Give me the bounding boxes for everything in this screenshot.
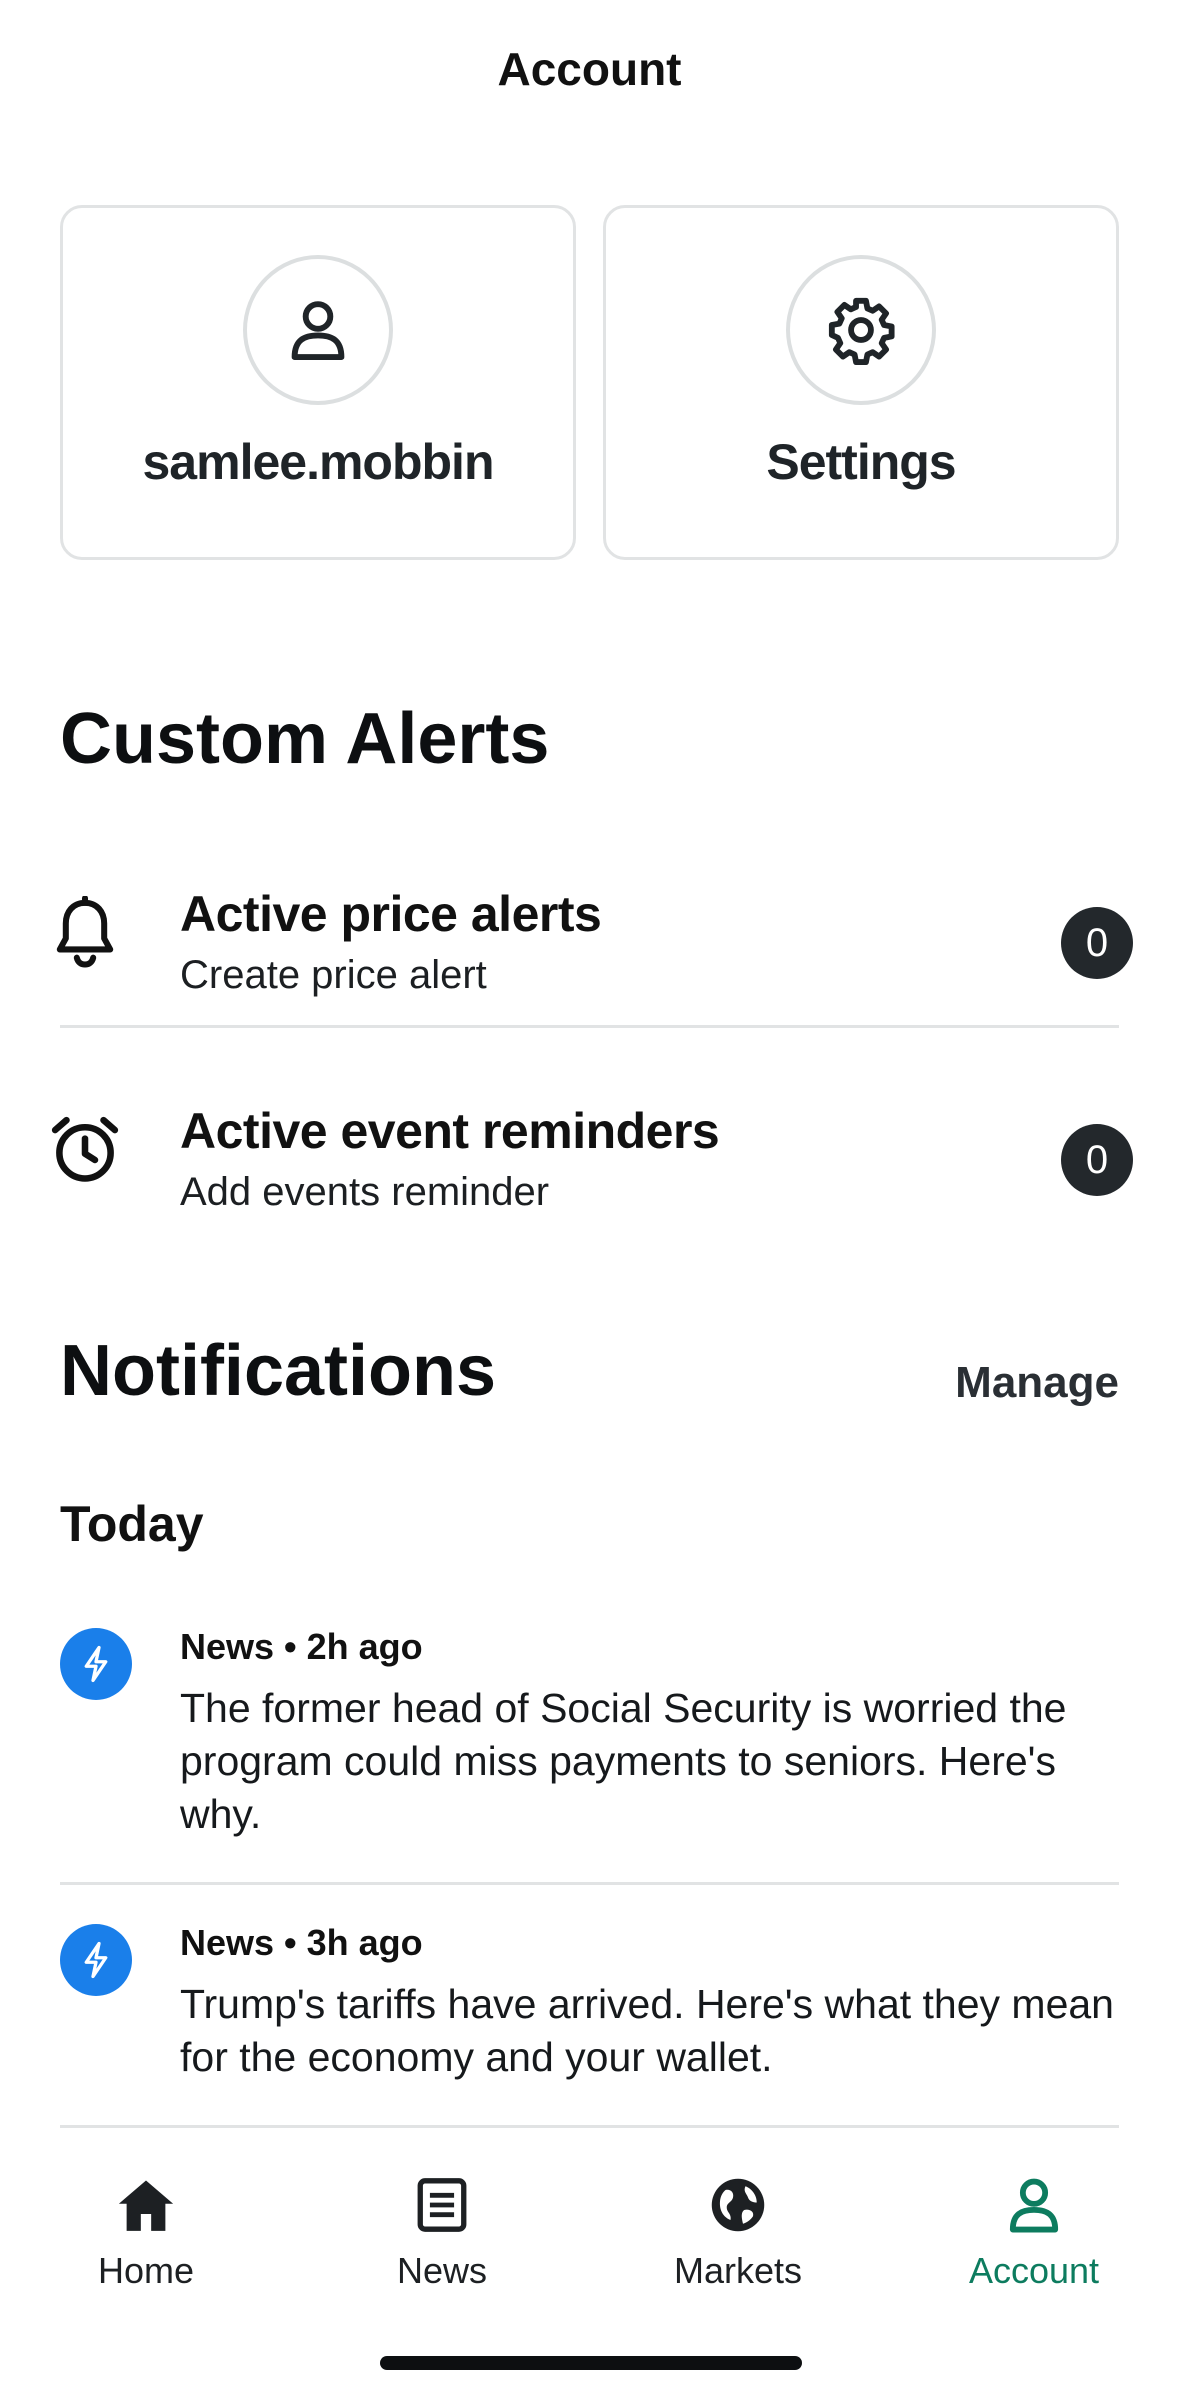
settings-label: Settings — [766, 434, 956, 490]
tab-account-label: Account — [968, 2250, 1100, 2291]
manage-notifications-link[interactable]: Manage — [955, 1358, 1119, 1408]
settings-card[interactable]: Settings — [603, 205, 1119, 560]
lightning-icon — [60, 1628, 132, 1700]
price-alerts-subtitle: Create price alert — [180, 953, 487, 997]
alerts-divider — [60, 1025, 1119, 1028]
tab-markets[interactable]: Markets — [638, 2170, 838, 2292]
news-icon — [342, 2170, 542, 2240]
tab-account[interactable]: Account — [934, 2170, 1134, 2292]
notifications-group-label: Today — [60, 1496, 204, 1552]
notification-headline: Trump's tariffs have arrived. Here's wha… — [180, 1981, 1114, 2080]
tab-home-label: Home — [97, 2250, 195, 2291]
profile-card[interactable]: samlee.mobbin — [60, 205, 576, 560]
tab-news-label: News — [396, 2250, 488, 2291]
bell-icon — [42, 890, 128, 976]
event-reminders-count-badge: 0 — [1061, 1124, 1133, 1196]
notification-meta: News • 3h ago — [180, 1922, 423, 1963]
custom-alerts-heading: Custom Alerts — [60, 699, 550, 779]
person-icon — [934, 2170, 1134, 2240]
tab-news[interactable]: News — [342, 2170, 542, 2292]
notification-divider — [60, 1882, 1119, 1885]
tabbar-top-divider — [60, 2125, 1119, 2128]
price-alerts-count-badge: 0 — [1061, 907, 1133, 979]
gear-icon — [828, 297, 895, 365]
event-reminders-subtitle: Add events reminder — [180, 1170, 550, 1214]
notification-meta: News • 2h ago — [180, 1626, 423, 1667]
home-icon — [46, 2170, 246, 2240]
settings-icon-circle — [786, 255, 936, 405]
home-indicator — [380, 2356, 802, 2370]
price-alerts-title: Active price alerts — [180, 886, 602, 942]
notification-headline: The former head of Social Security is wo… — [180, 1685, 1067, 1837]
person-icon — [291, 301, 345, 361]
price-alerts-row[interactable]: Active price alerts Create price alert 0 — [0, 845, 1179, 1025]
tab-home[interactable]: Home — [46, 2170, 246, 2292]
top-bar: Account — [0, 0, 1179, 140]
notifications-heading: Notifications — [60, 1331, 497, 1411]
page-title: Account — [497, 43, 682, 95]
event-reminders-title: Active event reminders — [180, 1103, 720, 1159]
tab-markets-label: Markets — [673, 2250, 803, 2291]
profile-icon-circle — [243, 255, 393, 405]
alarm-clock-icon — [42, 1107, 128, 1193]
lightning-icon — [60, 1924, 132, 1996]
account-cards: samlee.mobbin Settings — [60, 205, 1119, 560]
globe-icon — [638, 2170, 838, 2240]
event-reminders-row[interactable]: Active event reminders Add events remind… — [0, 1062, 1179, 1242]
username-label: samlee.mobbin — [142, 434, 495, 490]
